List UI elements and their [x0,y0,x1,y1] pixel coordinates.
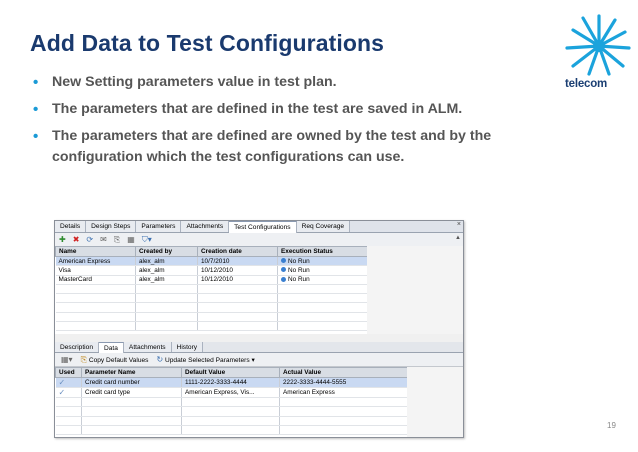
table-row [55,397,408,408]
status-text: No Run [288,257,310,265]
default-value: American Express, Vis... [181,387,280,398]
used-cell[interactable]: ✓ [55,377,82,388]
update-selected-parameters-button[interactable]: ↻ Update Selected Parameters ▾ [156,355,254,365]
parameter-name: Credit card type [81,387,182,398]
actual-value[interactable]: 2222-3333-4444-5555 [279,377,408,388]
filter-icon[interactable]: ⛉▾ [142,235,152,245]
config-name: Visa [55,265,136,276]
delete-icon[interactable]: ✖ [73,235,80,245]
tab-data[interactable]: Data [98,342,124,353]
column-header-actual-value[interactable]: Actual Value [279,367,408,378]
tab-attachments[interactable]: Attachments [181,221,230,232]
parameters-data-grid: Used Parameter Name Default Value Actual… [55,367,408,437]
module-tabbar: Details Design Steps Parameters Attachme… [55,221,463,233]
grid-empty-area [367,246,463,334]
table-row[interactable]: Visa alex_alm 10/12/2010 No Run [55,265,368,276]
table-row [55,321,368,332]
status-text: No Run [288,266,310,274]
mail-icon[interactable]: ✉ [100,235,107,245]
tab-lower-attachments[interactable]: Attachments [123,342,172,352]
tab-req-coverage[interactable]: Req Coverage [296,221,351,232]
status-icon [281,258,286,264]
creation-date: 10/12/2010 [197,265,278,276]
bullet-item: The parameters that are defined in the t… [30,99,540,120]
config-toolbar: ✚ ✖ ⟳ ✉ ⎘ ▦ ⛉▾ [55,233,463,247]
created-by: alex_alm [135,265,198,276]
tab-design-steps[interactable]: Design Steps [86,221,137,232]
configurations-grid: Name Created by Creation date Execution … [55,246,368,334]
table-row[interactable]: MasterCard alex_alm 10/12/2010 No Run [55,275,368,285]
scroll-up-icon[interactable]: ▲ [455,235,461,241]
created-by: alex_alm [135,275,198,285]
table-row [55,293,368,304]
bullet-list: New Setting parameters value in test pla… [30,72,540,174]
status-icon [281,267,286,273]
table-row[interactable]: ✓ Credit card number 1111-2222-3333-4444… [55,377,408,388]
column-header-name[interactable]: Name [55,246,136,257]
table-row [55,425,408,436]
actual-value[interactable]: American Express [279,387,408,398]
slide-title: Add Data to Test Configurations [30,30,385,56]
grid-select-icon[interactable]: ▦▾ [61,355,73,365]
update-selected-parameters-label: Update Selected Parameters [165,356,250,364]
copy-icon[interactable]: ⎘ [114,235,120,245]
table-row [55,416,408,426]
page-number: 19 [607,421,616,430]
copy-values-icon: ⎘ [80,354,87,364]
config-name: American Express [55,256,136,267]
close-pane-icon[interactable]: × [457,221,461,228]
creation-date: 10/12/2010 [197,275,278,285]
alm-test-configurations-window: Details Design Steps Parameters Attachme… [54,220,464,438]
add-configuration-icon[interactable]: ✚ [59,235,66,245]
used-cell[interactable]: ✓ [55,387,82,398]
table-row [55,406,408,417]
bullet-item: The parameters that are defined are owne… [30,126,540,168]
table-row [55,284,368,295]
column-header-default-value[interactable]: Default Value [181,367,280,378]
status-text: No Run [288,276,310,284]
status-icon [281,276,286,282]
tab-description[interactable]: Description [55,342,99,352]
created-by: alex_alm [135,256,198,267]
chevron-down-icon[interactable]: ▾ [252,357,255,364]
table-row [55,302,368,313]
tab-test-configurations[interactable]: Test Configurations [229,221,297,233]
bullet-item: New Setting parameters value in test pla… [30,72,540,93]
execution-status: No Run [277,265,368,276]
parameter-name: Credit card number [81,377,182,388]
tab-parameters[interactable]: Parameters [136,221,182,232]
config-name: MasterCard [55,275,136,285]
column-header-execution-status[interactable]: Execution Status [277,246,368,257]
column-header-created-by[interactable]: Created by [135,246,198,257]
column-header-used[interactable]: Used [55,367,82,378]
table-row[interactable]: American Express alex_alm 10/7/2010 No R… [55,256,368,267]
refresh-icon[interactable]: ⟳ [86,235,93,245]
logo-text: telecom [565,78,608,90]
execution-status: No Run [277,256,368,267]
execution-status: No Run [277,275,368,285]
column-header-creation-date[interactable]: Creation date [197,246,278,257]
data-toolbar: ▦▾ ⎘ Copy Default Values ↻ Update Select… [55,353,463,367]
table-row [55,312,368,323]
details-tabbar: Description Data Attachments History [55,342,463,353]
copy-default-values-button[interactable]: ⎘ Copy Default Values [81,355,149,365]
checkmark-icon: ✓ [58,388,66,397]
column-header-parameter-name[interactable]: Parameter Name [81,367,182,378]
tab-details[interactable]: Details [55,221,87,232]
grid-empty-area [407,367,463,437]
update-icon: ↻ [156,354,164,364]
table-row[interactable]: ✓ Credit card type American Express, Vis… [55,387,408,398]
creation-date: 10/7/2010 [197,256,278,267]
checkmark-icon: ✓ [58,378,66,387]
tab-history[interactable]: History [171,342,204,352]
default-value: 1111-2222-3333-4444 [181,377,280,388]
grid-icon[interactable]: ▦ [127,235,135,245]
copy-default-values-label: Copy Default Values [88,356,149,364]
